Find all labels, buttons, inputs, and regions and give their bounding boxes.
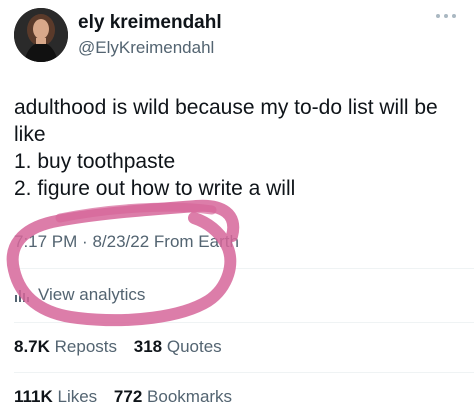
avatar-photo [14,8,68,62]
bar-chart-icon [15,290,29,302]
reposts-stat[interactable]: 8.7K Reposts [14,337,117,356]
tweet-time[interactable]: 7:17 PM [14,232,77,251]
tweet-source: From Earth [153,232,239,251]
tweet-line: adulthood is wild because my to-do list … [14,96,438,119]
divider [14,268,474,269]
bookmarks-stat[interactable]: 772 Bookmarks [114,387,232,406]
divider [14,372,474,373]
divider [14,322,474,323]
likes-count: 111K [14,387,53,406]
tweet-card: ely kreimendahl @ElyKreimendahl adulthoo… [0,0,474,412]
tweet-line: like [14,123,46,146]
bookmarks-label: Bookmarks [147,387,233,406]
tweet-metadata: 7:17 PM · 8/23/22 From Earth [14,232,239,252]
meta-separator: · [82,232,88,251]
view-analytics-label: View analytics [38,285,146,304]
bookmarks-count: 772 [113,387,143,406]
quotes-stat[interactable]: 318 Quotes [134,337,222,356]
quotes-label: Quotes [166,337,222,356]
reposts-count: 8.7K [14,337,50,356]
more-options-icon[interactable] [432,6,460,26]
user-handle[interactable]: @ElyKreimendahl [78,38,214,58]
display-name[interactable]: ely kreimendahl [78,12,222,34]
tweet-line: 1. buy toothpaste [14,150,176,173]
likes-stat[interactable]: 111K Likes [14,387,97,406]
tweet-date[interactable]: 8/23/22 [92,232,149,251]
view-analytics-link[interactable]: View analytics [14,283,145,307]
avatar[interactable] [14,8,68,62]
tweet-text: adulthood is wild because my to-do list … [14,94,464,202]
likes-label: Likes [57,387,98,406]
engagement-row: 111K Likes 772 Bookmarks [14,387,244,407]
reposts-label: Reposts [54,337,118,356]
tweet-line: 2. figure out how to write a will [14,177,296,200]
quotes-count: 318 [133,337,163,356]
engagement-row: 8.7K Reposts 318 Quotes [14,337,234,357]
